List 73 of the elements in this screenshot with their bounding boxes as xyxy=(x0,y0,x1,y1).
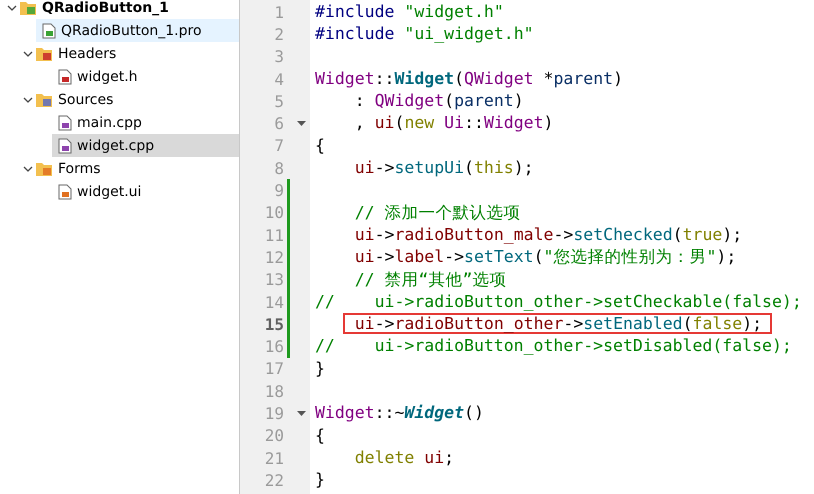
file-icon xyxy=(58,138,72,154)
chevron-icon[interactable] xyxy=(23,50,33,56)
fold-arrow-icon[interactable] xyxy=(297,121,306,126)
tree-item-label: Sources xyxy=(58,92,114,108)
code-line: ui->setupUi(this); xyxy=(354,157,534,180)
file-icon xyxy=(42,22,56,38)
tree-item[interactable]: widget.cpp xyxy=(52,134,239,157)
code-line: Widget::Widget(QWidget *parent) xyxy=(315,68,623,90)
code-line: ui->label->setText("您选择的性别为：男"); xyxy=(354,246,736,268)
line-number: 1 xyxy=(273,2,284,22)
line-number: 15 xyxy=(264,314,284,334)
line-number: 2 xyxy=(273,24,284,44)
tree-item[interactable]: QRadioButton_1 xyxy=(20,0,239,19)
tree-item[interactable]: Forms xyxy=(36,157,239,180)
line-number: 18 xyxy=(264,382,284,401)
line-number: 13 xyxy=(264,270,284,290)
line-number: 19 xyxy=(264,404,284,423)
folder-icon xyxy=(20,0,36,14)
code-line: { xyxy=(315,424,325,447)
code-line: , ui(new Ui::Widget) xyxy=(354,112,554,134)
chevron-icon[interactable] xyxy=(23,96,33,102)
fold-arrow-icon[interactable] xyxy=(297,410,306,416)
line-number: 20 xyxy=(264,426,284,446)
code-line: // ui->radioButton_other->setDisabled(false); xyxy=(315,335,792,358)
line-number: 21 xyxy=(264,448,284,468)
line-number: 10 xyxy=(264,203,284,222)
chevron-icon[interactable] xyxy=(23,166,33,172)
tree-item[interactable]: Headers xyxy=(36,42,239,65)
line-number: 4 xyxy=(273,70,284,89)
tree-item-label: widget.ui xyxy=(77,184,142,200)
code-line: ui->radioButton_male->setChecked(true); xyxy=(354,224,742,246)
code-line: // ui->radioButton_other->setCheckable(false); xyxy=(315,290,802,313)
line-number: 12 xyxy=(264,248,284,267)
code-line: } xyxy=(315,358,325,380)
tree-item-label: widget.h xyxy=(77,68,138,84)
code-line: } xyxy=(315,469,325,492)
line-number: 7 xyxy=(273,136,284,156)
file-icon xyxy=(58,68,72,84)
line-number: 3 xyxy=(273,47,284,66)
code-line: // 禁用“其他”选项 xyxy=(354,268,506,291)
code-line: #include "ui_widget.h" xyxy=(315,23,534,46)
file-icon xyxy=(58,114,72,130)
tree-item[interactable]: widget.h xyxy=(52,65,239,88)
tree-item-label: Forms xyxy=(58,160,101,176)
line-number: 16 xyxy=(264,337,284,356)
tree-item[interactable]: QRadioButton_1.pro xyxy=(36,19,239,42)
line-number: 14 xyxy=(264,292,284,312)
line-number: 17 xyxy=(264,359,284,378)
tree-item-label: QRadioButton_1 xyxy=(42,0,169,16)
line-number: 5 xyxy=(273,92,284,111)
tree-item-label: widget.cpp xyxy=(77,138,154,154)
tree-item-label: Headers xyxy=(58,46,116,62)
tree-item[interactable]: main.cpp xyxy=(52,111,239,134)
line-number: 11 xyxy=(264,226,284,245)
folder-icon xyxy=(36,162,52,176)
folder-icon xyxy=(36,46,52,60)
line-number: 8 xyxy=(273,158,284,178)
tree-item[interactable]: Sources xyxy=(36,88,239,111)
line-number: 6 xyxy=(273,114,284,134)
code-line: #include "widget.h" xyxy=(315,1,504,23)
line-number: 9 xyxy=(273,181,284,200)
tree-item[interactable]: widget.ui xyxy=(52,180,239,203)
folder-icon xyxy=(36,92,52,106)
code-line: { xyxy=(315,134,325,157)
line-number: 22 xyxy=(264,470,284,490)
code-line: // 添加一个默认选项 xyxy=(354,202,521,224)
tree-item-label: main.cpp xyxy=(77,114,142,130)
file-icon xyxy=(58,184,72,200)
tree-item-label: QRadioButton_1.pro xyxy=(61,22,202,38)
code-line: Widget::~Widget() xyxy=(315,402,484,424)
chevron-icon[interactable] xyxy=(7,4,17,10)
code-line: delete ui; xyxy=(354,446,454,469)
code-line: : QWidget(parent) xyxy=(354,90,524,112)
